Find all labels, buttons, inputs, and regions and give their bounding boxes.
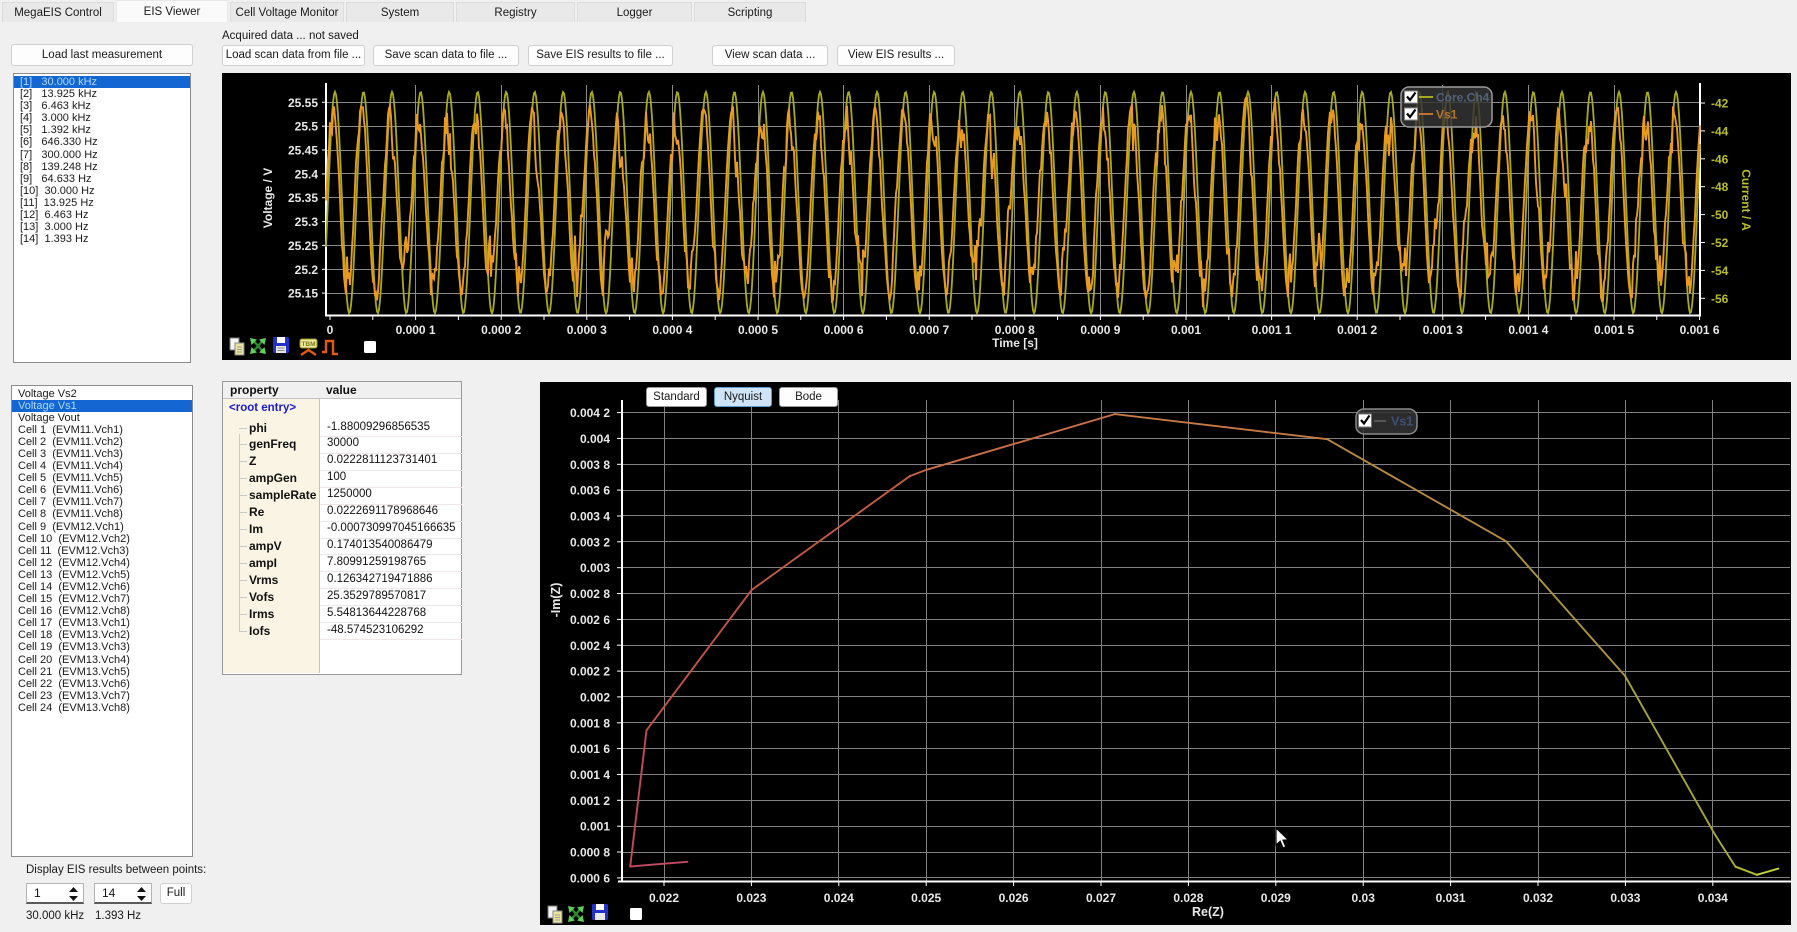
svg-text:0.001 5: 0.001 5 [1594,323,1634,337]
svg-text:-52: -52 [1711,236,1729,250]
svg-text:-54: -54 [1711,264,1729,278]
svg-text:-46: -46 [1711,152,1729,166]
svg-text:0.000 6: 0.000 6 [824,323,864,337]
svg-text:0.029: 0.029 [1261,891,1291,905]
svg-text:Re(Z): Re(Z) [1192,905,1224,919]
svg-text:-56: -56 [1711,292,1729,306]
svg-text:0.000 1: 0.000 1 [396,323,436,337]
svg-text:0.003 8: 0.003 8 [570,458,610,472]
svg-text:Vs1: Vs1 [1436,108,1458,122]
svg-text:0.003: 0.003 [580,561,610,575]
svg-text:0.022: 0.022 [649,891,679,905]
svg-text:Current / A: Current / A [1739,169,1753,231]
svg-text:0.001 2: 0.001 2 [570,794,610,808]
svg-text:0.024: 0.024 [824,891,854,905]
svg-text:Voltage / V: Voltage / V [261,168,275,228]
svg-text:0.003 4: 0.003 4 [570,510,610,524]
svg-text:0.033: 0.033 [1610,891,1640,905]
svg-text:0.031: 0.031 [1436,891,1466,905]
svg-text:25.55: 25.55 [288,96,318,110]
svg-text:0.001 2: 0.001 2 [1337,323,1377,337]
svg-text:0.03: 0.03 [1352,891,1376,905]
svg-text:0.001 4: 0.001 4 [1508,323,1548,337]
svg-text:0.002 6: 0.002 6 [570,613,610,627]
svg-text:0.001 8: 0.001 8 [570,716,610,730]
svg-text:0.032: 0.032 [1523,891,1553,905]
svg-text:-Im(Z): -Im(Z) [549,583,563,618]
svg-text:TBM: TBM [301,341,315,348]
svg-text:0.000 3: 0.000 3 [567,323,607,337]
svg-text:-44: -44 [1711,124,1729,138]
svg-text:0.002 8: 0.002 8 [570,587,610,601]
svg-text:0.001: 0.001 [580,820,610,834]
svg-text:25.15: 25.15 [288,287,318,301]
svg-text:25.3: 25.3 [295,215,319,229]
svg-text:0.003 2: 0.003 2 [570,535,610,549]
svg-text:0.001 4: 0.001 4 [570,768,610,782]
svg-text:0: 0 [327,323,334,337]
svg-text:0.000 2: 0.000 2 [481,323,521,337]
svg-text:-42: -42 [1711,97,1729,111]
svg-text:25.4: 25.4 [295,167,319,181]
svg-text:Core.Ch4: Core.Ch4 [1436,91,1490,105]
svg-text:0.001 6: 0.001 6 [570,742,610,756]
svg-text:25.25: 25.25 [288,239,318,253]
svg-text:0.028: 0.028 [1173,891,1203,905]
svg-text:0.023: 0.023 [736,891,766,905]
svg-text:0.000 8: 0.000 8 [570,846,610,860]
svg-text:0.001 3: 0.001 3 [1423,323,1463,337]
svg-text:0.000 8: 0.000 8 [995,323,1035,337]
svg-text:0.003 6: 0.003 6 [570,484,610,498]
svg-text:0.002 2: 0.002 2 [570,665,610,679]
svg-text:25.2: 25.2 [295,263,319,277]
svg-text:0.027: 0.027 [1086,891,1116,905]
svg-text:0.000 5: 0.000 5 [738,323,778,337]
svg-text:Time [s]: Time [s] [992,336,1038,350]
svg-text:0.004: 0.004 [580,432,610,446]
svg-text:25.35: 25.35 [288,191,318,205]
svg-text:Vs1: Vs1 [1391,415,1413,429]
svg-text:0.001: 0.001 [1171,323,1201,337]
svg-text:0.026: 0.026 [999,891,1029,905]
svg-text:0.000 6: 0.000 6 [570,871,610,885]
svg-text:0.002: 0.002 [580,690,610,704]
svg-text:25.5: 25.5 [295,120,319,134]
svg-text:25.45: 25.45 [288,144,318,158]
svg-text:0.000 9: 0.000 9 [1080,323,1120,337]
svg-text:0.001 6: 0.001 6 [1680,323,1720,337]
svg-text:0.000 4: 0.000 4 [652,323,692,337]
svg-text:0.034: 0.034 [1698,891,1728,905]
svg-text:-50: -50 [1711,208,1729,222]
svg-text:0.025: 0.025 [911,891,941,905]
svg-text:0.000 7: 0.000 7 [909,323,949,337]
svg-text:-48: -48 [1711,180,1729,194]
svg-text:0.002 4: 0.002 4 [570,639,610,653]
svg-text:0.001 1: 0.001 1 [1252,323,1292,337]
svg-text:0.004 2: 0.004 2 [570,406,610,420]
